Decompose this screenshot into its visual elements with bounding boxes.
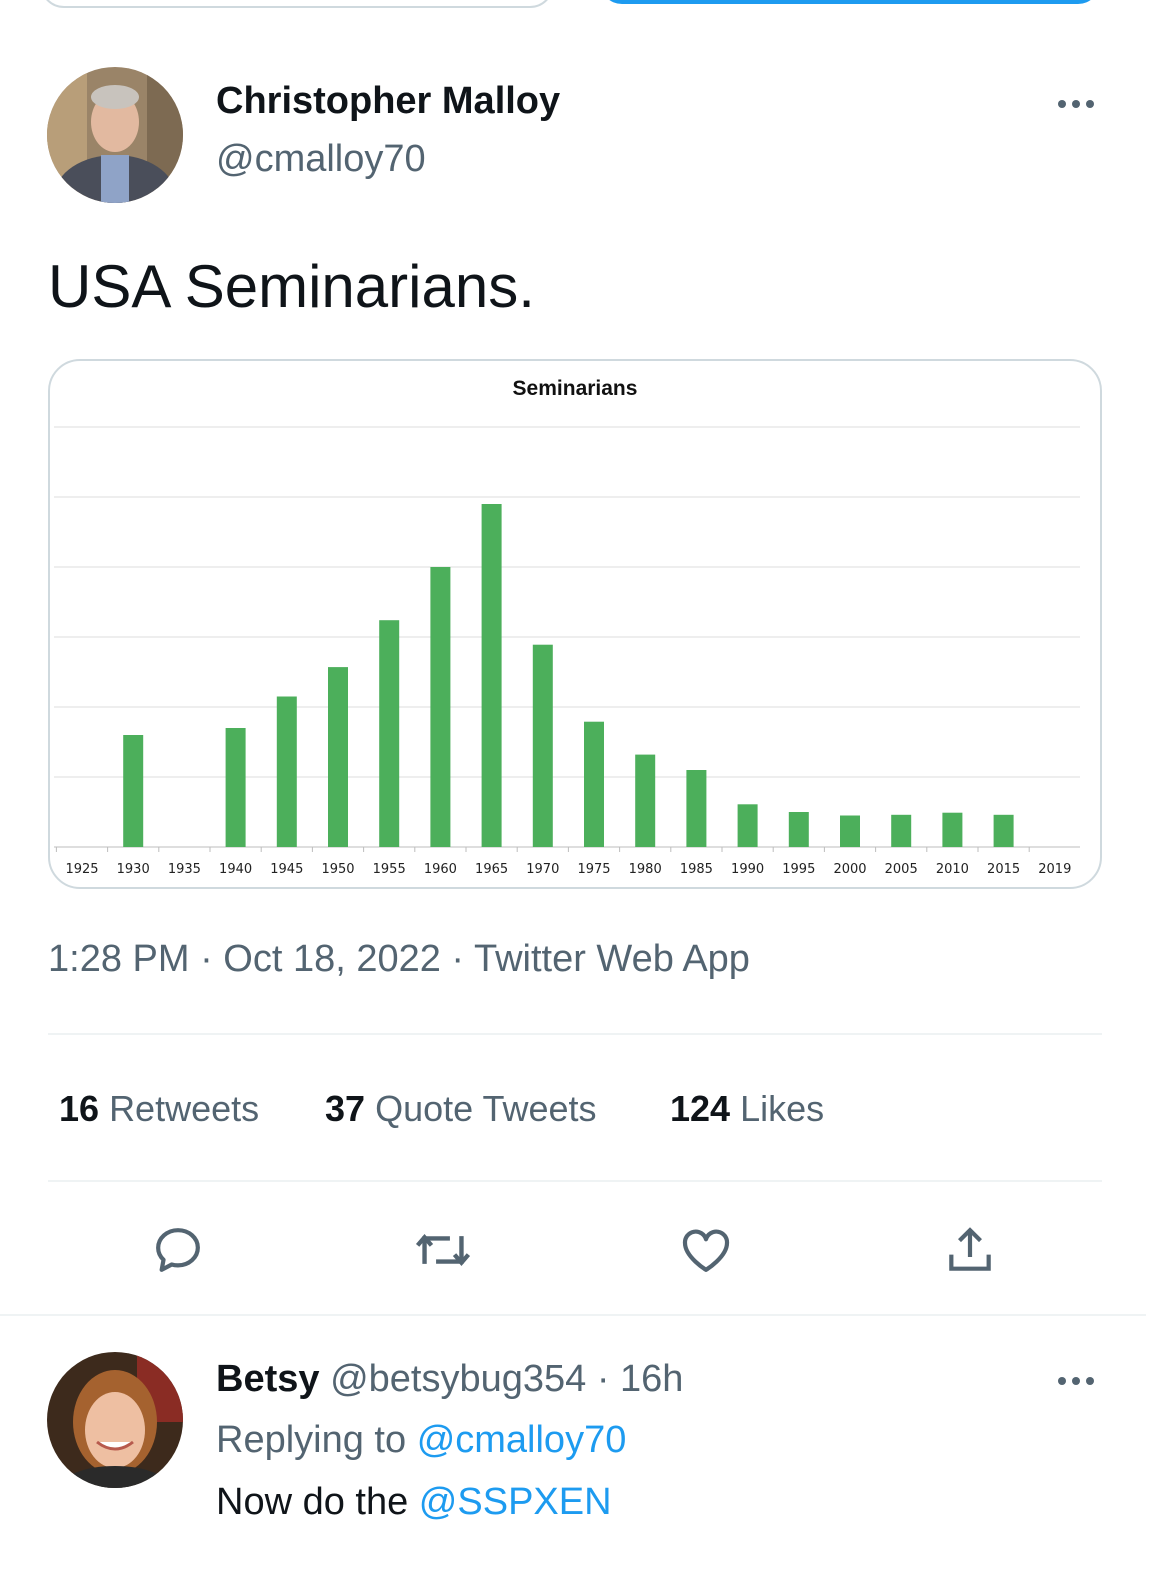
retweets-count: 16	[59, 1088, 100, 1129]
share-icon	[949, 1227, 991, 1271]
author-avatar-image	[47, 67, 183, 203]
reply-text: Now do the @SSPXEN	[216, 1481, 612, 1524]
likes-stat[interactable]: 124 Likes	[670, 1088, 824, 1130]
x-tick-label: 1950	[321, 862, 354, 877]
author-avatar[interactable]	[47, 67, 183, 203]
tweet-timestamp[interactable]: 1:28 PM · Oct 18, 2022 · Twitter Web App	[48, 938, 750, 981]
x-tick-label: 1960	[424, 862, 457, 877]
x-tick-label: 1980	[629, 862, 662, 877]
bar-1980	[635, 754, 656, 847]
bar-2005	[891, 814, 912, 847]
bar-1975	[584, 721, 604, 847]
x-tick-label: 1995	[782, 862, 815, 877]
reply-header: Betsy @betsybug354 · 16h	[216, 1358, 683, 1401]
bar-2010	[942, 812, 963, 847]
reply-avatar[interactable]	[47, 1352, 183, 1488]
reply-author-name[interactable]: Betsy	[216, 1358, 320, 1400]
reply-author-handle[interactable]: @betsybug354	[330, 1358, 586, 1400]
x-tick-label: 1990	[731, 862, 764, 877]
replying-to-line: Replying to @cmalloy70	[216, 1419, 626, 1462]
reply-icon	[156, 1228, 200, 1272]
bar-1995	[788, 812, 809, 847]
x-tick-label: 1985	[680, 862, 713, 877]
likes-count: 124	[670, 1088, 731, 1129]
reply-avatar-image	[47, 1352, 183, 1488]
x-tick-label: 1945	[270, 862, 303, 877]
reply-mention[interactable]: @SSPXEN	[419, 1481, 612, 1523]
x-tick-label: 1935	[168, 862, 201, 877]
quote-tweets-count: 37	[325, 1088, 366, 1129]
divider	[48, 1180, 1102, 1182]
x-tick-label: 2000	[833, 862, 866, 877]
bar-2000	[840, 815, 860, 847]
share-button[interactable]	[942, 1222, 998, 1283]
bar-1985	[686, 770, 707, 847]
bar-1950	[328, 667, 348, 847]
section-divider	[0, 1314, 1146, 1316]
bar-2015	[993, 814, 1014, 847]
bar-1945	[276, 696, 297, 847]
quote-tweets-stat[interactable]: 37 Quote Tweets	[325, 1088, 597, 1130]
bar-1960	[430, 567, 451, 847]
tweet-text: USA Seminarians.	[48, 253, 535, 320]
x-tick-label: 1955	[373, 862, 406, 877]
reply-button[interactable]	[150, 1222, 206, 1283]
retweet-icon	[415, 1233, 471, 1267]
bar-1930	[123, 735, 144, 847]
retweets-stat[interactable]: 16 Retweets	[59, 1088, 259, 1130]
x-tick-label: 2010	[936, 862, 969, 877]
quote-tweets-label: Quote Tweets	[375, 1088, 597, 1129]
follow-primary-button[interactable]	[600, 0, 1100, 4]
x-tick-label: 2019	[1038, 862, 1071, 877]
follow-secondary-button[interactable]	[40, 0, 554, 8]
x-tick-label: 1975	[577, 862, 610, 877]
x-tick-label: 2015	[987, 862, 1020, 877]
bar-1940	[225, 728, 246, 847]
likes-label: Likes	[740, 1088, 825, 1129]
reply-time[interactable]: · 16h	[597, 1358, 684, 1400]
chart-image-card[interactable]: Seminarians 1925 1930 1935 1940 1945 1950 1955…	[48, 359, 1102, 889]
reply-more-options-icon[interactable]	[1058, 1377, 1094, 1385]
more-options-icon[interactable]	[1058, 100, 1094, 108]
divider	[48, 1033, 1102, 1035]
retweet-button[interactable]	[413, 1222, 473, 1283]
x-tick-label: 1925	[65, 862, 98, 877]
bar-1955	[379, 620, 400, 847]
retweets-label: Retweets	[109, 1088, 260, 1129]
author-handle[interactable]: @cmalloy70	[216, 138, 426, 181]
x-tick-label: 1940	[219, 862, 252, 877]
bar-1970	[532, 644, 553, 847]
bar-1965	[481, 504, 502, 847]
x-tick-label: 1965	[475, 862, 508, 877]
x-tick-label: 1970	[526, 862, 559, 877]
replying-to-label: Replying to	[216, 1419, 407, 1461]
x-tick-label: 2005	[885, 862, 918, 877]
replying-to-mention[interactable]: @cmalloy70	[417, 1419, 627, 1461]
bar-chart: 1925 1930 1935 1940 1945 1950 1955 1960 1965 1970…	[54, 426, 1080, 877]
like-button[interactable]	[678, 1222, 734, 1283]
bar-1990	[737, 804, 758, 847]
author-name[interactable]: Christopher Malloy	[216, 80, 560, 123]
like-icon	[682, 1229, 730, 1272]
x-tick-label: 1930	[117, 862, 150, 877]
reply-text-body: Now do the	[216, 1481, 409, 1523]
